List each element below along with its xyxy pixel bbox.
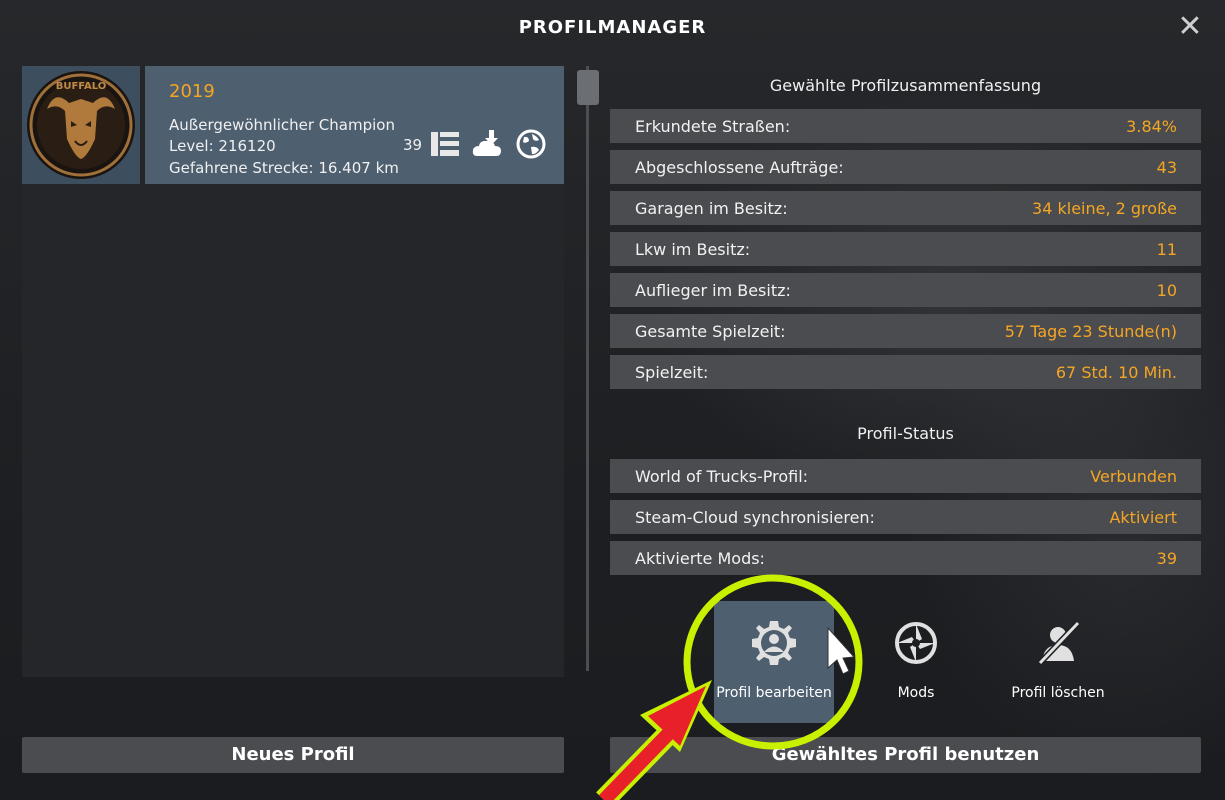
delete-profile-label: Profil löschen (1011, 685, 1105, 701)
stat-value: 10 (1156, 280, 1177, 300)
globe-icon (516, 129, 546, 159)
mods-button[interactable]: Mods (856, 601, 976, 723)
status-row-wot: World of Trucks-Profil: Verbunden (610, 459, 1201, 493)
stat-label: Erkundete Straßen: (635, 116, 791, 136)
avatar-logo-text: BUFFALO (56, 81, 107, 92)
profile-actions: Profil bearbeiten Mods Profil löschen (714, 601, 1114, 723)
stat-label: Spielzeit: (635, 362, 709, 382)
stat-label: Steam-Cloud synchronisieren: (635, 507, 875, 527)
stat-label: Aktivierte Mods: (635, 548, 765, 568)
profile-name: 2019 (169, 81, 215, 102)
scrollbar-thumb[interactable] (577, 70, 599, 105)
profile-distance: Gefahrene Strecke: 16.407 km (169, 159, 399, 177)
stat-value: 34 kleine, 2 große (1032, 198, 1177, 218)
stat-value: 43 (1156, 157, 1177, 177)
stat-label: Auflieger im Besitz: (635, 280, 791, 300)
profile-level: Level: 216120 (169, 137, 276, 155)
window-title: PROFILMANAGER (518, 17, 707, 38)
stat-label: Garagen im Besitz: (635, 198, 788, 218)
delete-profile-icon (1037, 620, 1081, 666)
stat-value: 11 (1156, 239, 1177, 259)
new-profile-button[interactable]: Neues Profil (22, 737, 564, 773)
stat-label: Gesamte Spielzeit: (635, 321, 786, 341)
delete-profile-button[interactable]: Profil löschen (998, 601, 1118, 723)
buffalo-skull-logo: BUFFALO (27, 71, 135, 179)
profile-mods-count: 39 (403, 136, 423, 154)
status-row-mods: Aktivierte Mods: 39 (610, 541, 1201, 575)
mods-label: Mods (897, 685, 935, 701)
profile-list: BUFFALO 2019 Außergewöhnlicher Champion … (22, 66, 564, 677)
stat-label: Lkw im Besitz: (635, 239, 751, 259)
close-icon[interactable]: ✕ (1175, 12, 1205, 42)
scrollbar-track[interactable] (586, 66, 589, 671)
stat-value: Aktiviert (1109, 507, 1177, 527)
stat-value: 57 Tage 23 Stunde(n) (1004, 321, 1177, 341)
use-profile-button[interactable]: Gewähltes Profil benutzen (610, 737, 1201, 773)
summary-title: Gewählte Profilzusammenfassung (769, 76, 1042, 95)
stat-label: Abgeschlossene Aufträge: (635, 157, 844, 177)
profile-title: Außergewöhnlicher Champion (169, 116, 395, 134)
status-row-steam-cloud: Steam-Cloud synchronisieren: Aktiviert (610, 500, 1201, 534)
stat-value: 67 Std. 10 Min. (1055, 362, 1177, 382)
stat-row-playtime: Spielzeit: 67 Std. 10 Min. (610, 355, 1201, 389)
mods-list-icon (431, 132, 459, 156)
stat-row-garages: Garagen im Besitz: 34 kleine, 2 große (610, 191, 1201, 225)
stat-value: Verbunden (1090, 466, 1177, 486)
edit-profile-label: Profil bearbeiten (716, 685, 832, 701)
stat-row-trailers: Auflieger im Besitz: 10 (610, 273, 1201, 307)
edit-profile-button[interactable]: Profil bearbeiten (714, 601, 834, 723)
stat-row-jobs: Abgeschlossene Aufträge: 43 (610, 150, 1201, 184)
cloud-download-icon (472, 130, 501, 156)
status-title: Profil-Status (857, 424, 954, 443)
stat-value: 39 (1156, 548, 1177, 568)
gear-person-icon (752, 621, 796, 665)
stat-row-total-playtime: Gesamte Spielzeit: 57 Tage 23 Stunde(n) (610, 314, 1201, 348)
mods-icon (895, 622, 937, 664)
profile-list-item[interactable]: BUFFALO 2019 Außergewöhnlicher Champion … (22, 66, 564, 184)
profile-info: 2019 Außergewöhnlicher Champion Level: 2… (145, 66, 564, 184)
stat-value: 3.84% (1126, 116, 1177, 136)
stat-row-roads: Erkundete Straßen: 3.84% (610, 109, 1201, 143)
stat-row-trucks: Lkw im Besitz: 11 (610, 232, 1201, 266)
avatar: BUFFALO (22, 66, 140, 184)
stat-label: World of Trucks-Profil: (635, 466, 809, 486)
